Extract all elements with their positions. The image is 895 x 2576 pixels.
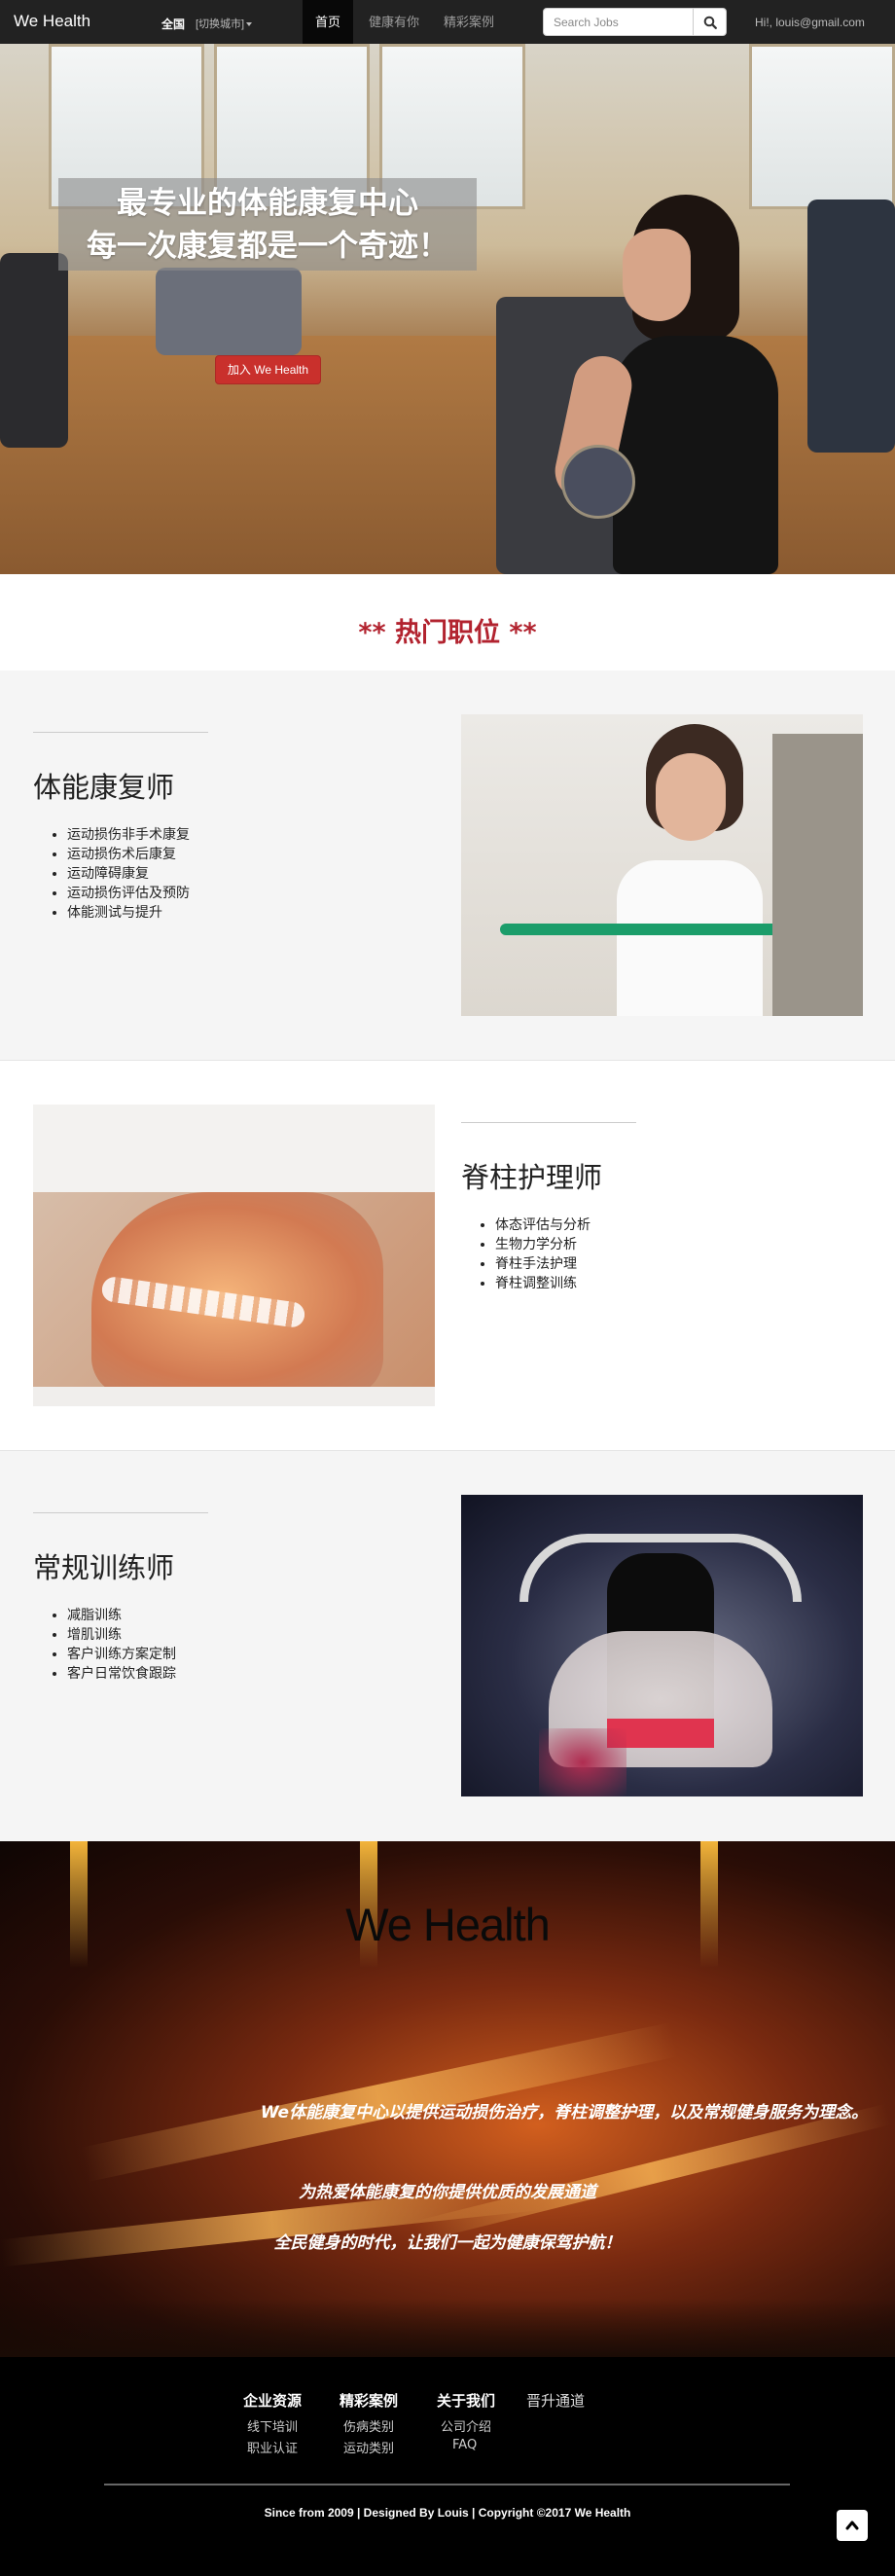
footer-link[interactable]: 公司介绍 bbox=[441, 2416, 491, 2435]
photo-face bbox=[656, 753, 726, 841]
promo-line: 为热爱体能康复的你提供优质的发展通道 bbox=[299, 2183, 596, 2202]
hero-person-body bbox=[613, 336, 778, 574]
job-title: 常规训练师 bbox=[33, 1551, 175, 1584]
footer-link[interactable]: FAQ bbox=[452, 2438, 477, 2452]
caret-down-icon bbox=[246, 22, 253, 27]
list-item: 运动损伤术后康复 bbox=[67, 845, 190, 864]
section-rule bbox=[33, 1512, 208, 1513]
copyright: Since from 2009 | Designed By Louis | Co… bbox=[264, 2506, 631, 2520]
footer-heading: 精彩案例 bbox=[340, 2392, 399, 2410]
gym-machine bbox=[0, 253, 68, 448]
switch-city-label: [切换城市] bbox=[196, 18, 245, 30]
search-button[interactable] bbox=[693, 8, 727, 36]
rehab-photo bbox=[461, 714, 863, 1016]
list-item: 客户训练方案定制 bbox=[67, 1645, 176, 1664]
section-rule bbox=[33, 732, 208, 733]
join-button[interactable]: 加入 We Health bbox=[215, 355, 321, 384]
list-item: 脊柱调整训练 bbox=[495, 1274, 591, 1293]
gym-machine bbox=[156, 268, 302, 355]
job-section-spine: 脊柱护理师 体态评估与分析 生物力学分析 脊柱手法护理 脊柱调整训练 bbox=[0, 1061, 895, 1450]
job-duties-list: 运动损伤非手术康复 运动损伤术后康复 运动障碍康复 运动损伤评估及预防 体能测试… bbox=[67, 825, 190, 923]
hot-jobs-heading: ** 热门职位 ** bbox=[358, 618, 537, 648]
photo-glow bbox=[539, 1728, 626, 1796]
footer-heading: 企业资源 bbox=[243, 2392, 303, 2410]
list-item: 减脂训练 bbox=[67, 1606, 176, 1625]
job-section-trainer: 常规训练师 减脂训练 增肌训练 客户训练方案定制 客户日常饮食跟踪 bbox=[0, 1451, 895, 1841]
list-item: 客户日常饮食跟踪 bbox=[67, 1664, 176, 1684]
site-footer: 企业资源 线下培训 职业认证 精彩案例 伤病类别 运动类别 关于我们 公司介绍 … bbox=[0, 2357, 895, 2576]
brand-logo[interactable]: We Health bbox=[14, 12, 90, 31]
hero-title-line2: 每一次康复都是一个奇迹！ bbox=[87, 229, 448, 264]
nav-health[interactable]: 健康有你 bbox=[361, 0, 427, 44]
promo-shade bbox=[0, 2299, 895, 2357]
footer-link[interactable]: 职业认证 bbox=[247, 2438, 298, 2456]
list-item: 体态评估与分析 bbox=[495, 1215, 591, 1235]
footer-link[interactable]: 线下培训 bbox=[247, 2416, 298, 2435]
hero-banner bbox=[0, 44, 895, 574]
current-city: 全国 bbox=[161, 18, 186, 31]
hero-title-line1: 最专业的体能康复中心 bbox=[117, 186, 418, 221]
list-item: 脊柱手法护理 bbox=[495, 1254, 591, 1274]
nav-cases[interactable]: 精彩案例 bbox=[436, 0, 502, 44]
job-title: 脊柱护理师 bbox=[461, 1161, 603, 1194]
list-item: 生物力学分析 bbox=[495, 1235, 591, 1254]
job-section-rehab: 体能康复师 运动损伤非手术康复 运动损伤术后康复 运动障碍康复 运动损伤评估及预… bbox=[0, 671, 895, 1060]
user-greeting[interactable]: Hi!, louis@gmail.com bbox=[755, 16, 865, 29]
promo-banner: We Health We体能康复中心以提供运动损伤治疗，脊柱调整护理，以及常规健… bbox=[0, 1841, 895, 2357]
hero-person-face bbox=[623, 229, 691, 321]
job-duties-list: 减脂训练 增肌训练 客户训练方案定制 客户日常饮食跟踪 bbox=[67, 1606, 176, 1684]
back-to-top-button[interactable] bbox=[837, 2510, 868, 2541]
top-navbar: We Health 全国 [切换城市] 首页 健康有你 精彩案例 Hi!, lo… bbox=[0, 0, 895, 44]
search-icon bbox=[703, 16, 717, 29]
footer-link[interactable]: 运动类别 bbox=[343, 2438, 394, 2456]
spine-photo bbox=[33, 1105, 435, 1406]
promo-line: 全民健身的时代，让我们一起为健康保驾护航！ bbox=[273, 2233, 622, 2253]
list-item: 运动障碍康复 bbox=[67, 864, 190, 884]
footer-link[interactable]: 伤病类别 bbox=[343, 2416, 394, 2435]
photo-background bbox=[33, 1105, 435, 1192]
footer-divider bbox=[104, 2484, 790, 2485]
chevron-up-icon bbox=[845, 2521, 859, 2530]
job-title: 体能康复师 bbox=[33, 771, 175, 804]
photo-shirt bbox=[617, 860, 763, 1016]
job-duties-list: 体态评估与分析 生物力学分析 脊柱手法护理 脊柱调整训练 bbox=[495, 1215, 591, 1293]
section-rule bbox=[461, 1122, 636, 1123]
trainer-photo bbox=[461, 1495, 863, 1796]
machine-badge bbox=[561, 445, 635, 519]
gym-window bbox=[749, 44, 895, 209]
nav-home[interactable]: 首页 bbox=[303, 0, 353, 44]
list-item: 运动损伤非手术康复 bbox=[67, 825, 190, 845]
list-item: 运动损伤评估及预防 bbox=[67, 884, 190, 903]
search-jobs-input[interactable] bbox=[543, 8, 694, 36]
photo-therapist bbox=[772, 734, 863, 1016]
promo-title: We Health bbox=[345, 1899, 551, 1950]
list-item: 增肌训练 bbox=[67, 1625, 176, 1645]
gym-machine bbox=[807, 200, 895, 453]
promo-line: We体能康复中心以提供运动损伤治疗，脊柱调整护理，以及常规健身服务为理念。 bbox=[260, 2103, 869, 2122]
hero-title: 最专业的体能康复中心 每一次康复都是一个奇迹！ bbox=[58, 182, 477, 268]
photo-table bbox=[33, 1387, 435, 1406]
footer-heading[interactable]: 晋升通道 bbox=[526, 2390, 585, 2411]
switch-city-dropdown[interactable]: [切换城市] bbox=[196, 16, 253, 31]
list-item: 体能测试与提升 bbox=[67, 903, 190, 923]
footer-heading: 关于我们 bbox=[437, 2392, 496, 2410]
